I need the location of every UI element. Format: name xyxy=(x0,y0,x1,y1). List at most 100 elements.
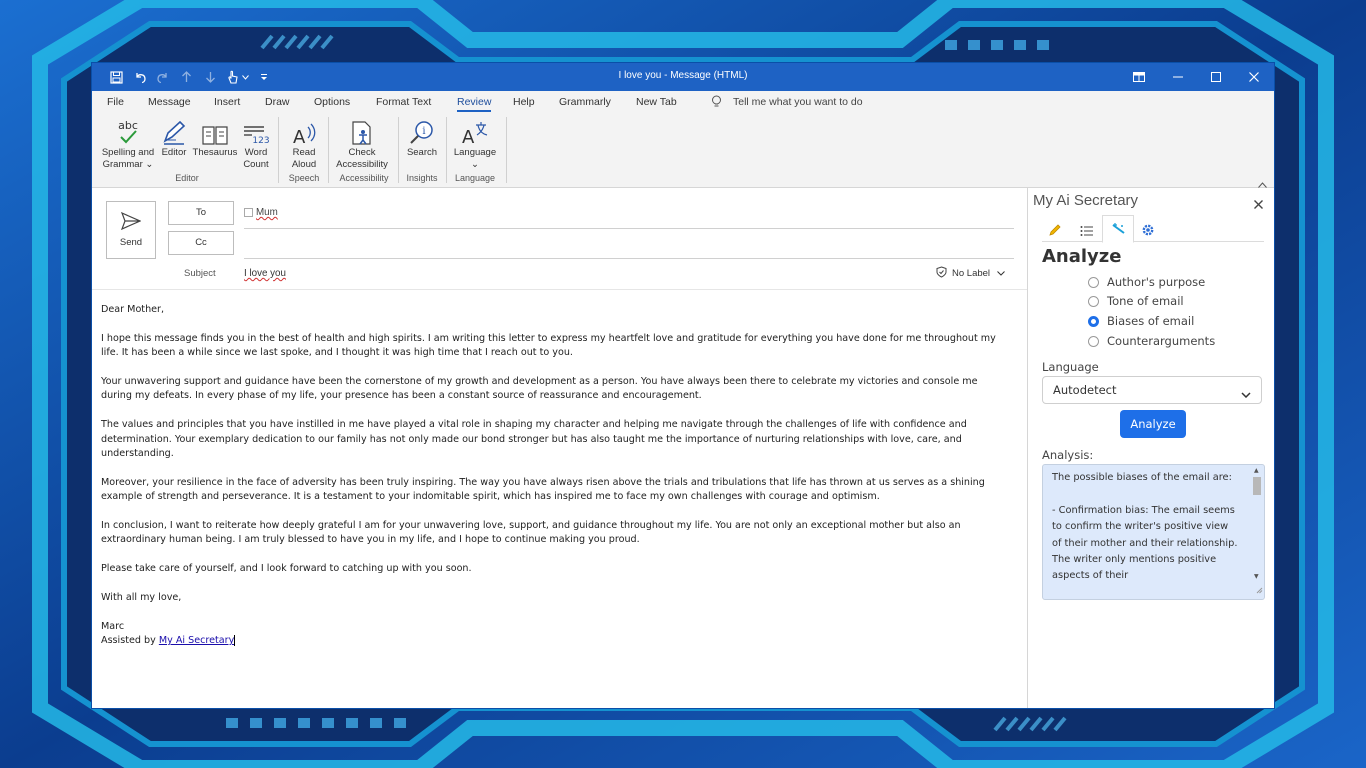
sensitivity-dropdown[interactable]: No Label xyxy=(936,266,1005,281)
option-label: Tone of email xyxy=(1107,294,1184,308)
send-button[interactable]: Send xyxy=(106,201,156,259)
closing: With all my love, xyxy=(101,592,182,604)
body-paragraph: Moreover, your resilience in the face of… xyxy=(101,476,985,503)
body-paragraph: Your unwavering support and guidance hav… xyxy=(101,376,978,402)
resize-handle-icon[interactable] xyxy=(1256,579,1263,598)
analyze-button[interactable]: Analyze xyxy=(1120,410,1186,438)
to-button[interactable]: To xyxy=(168,201,234,225)
check-accessibility-label-1: Check xyxy=(348,147,376,158)
language-button[interactable]: A Language ⌄ xyxy=(450,115,500,171)
option-label: Counterarguments xyxy=(1107,334,1216,348)
check-accessibility-label-2: Accessibility xyxy=(336,159,388,170)
group-label-speech: Speech xyxy=(288,173,320,183)
scroll-up-icon[interactable]: ▲ xyxy=(1254,467,1259,474)
close-icon[interactable] xyxy=(1243,67,1265,87)
settings-gear-icon[interactable] xyxy=(1141,222,1155,241)
cc-field[interactable] xyxy=(244,232,1014,256)
radio-tone-of-email[interactable] xyxy=(1088,295,1099,307)
option-authors-purpose[interactable]: Author's purpose xyxy=(1088,274,1205,290)
editor-pen-icon xyxy=(158,115,190,147)
check-accessibility-button[interactable]: Check Accessibility xyxy=(332,115,392,171)
ribbon-separator xyxy=(278,117,279,183)
thesaurus-button[interactable]: Thesaurus xyxy=(192,115,238,159)
tab-options[interactable]: Options xyxy=(314,96,350,108)
search-button[interactable]: i Search xyxy=(402,115,442,159)
tab-insert[interactable]: Insert xyxy=(214,96,240,108)
greeting: Dear Mother, xyxy=(101,304,165,315)
compose-area: Send To Cc Mum Subject I love you No Lab… xyxy=(92,188,1027,708)
minimize-icon[interactable] xyxy=(1167,67,1189,87)
tell-me-search[interactable]: Tell me what you want to do xyxy=(733,96,863,108)
signature: Marc xyxy=(101,620,125,632)
maximize-icon[interactable] xyxy=(1205,67,1227,87)
word-count-button[interactable]: 123 Word Count xyxy=(240,115,272,171)
chevron-down-icon xyxy=(997,268,1005,279)
radio-counterarguments[interactable] xyxy=(1088,335,1099,347)
accessibility-icon xyxy=(332,115,392,147)
outlook-message-window: I love you - Message (HTML) File Message… xyxy=(92,63,1274,708)
body-paragraph: Please take care of yourself, and I look… xyxy=(101,563,472,575)
lightbulb-icon xyxy=(711,95,722,111)
tab-message[interactable]: Message xyxy=(148,96,191,108)
to-field[interactable]: Mum xyxy=(244,207,278,218)
read-aloud-icon: A xyxy=(284,115,324,147)
ribbon-review: abc Spelling and Grammar ⌄ Editor Thesau… xyxy=(92,113,1274,188)
ai-secretary-pane: My Ai Secretary Analyze Author's purpose… xyxy=(1027,188,1274,708)
ribbon-separator xyxy=(506,117,507,183)
chevron-down-icon xyxy=(1241,387,1251,401)
tab-draw[interactable]: Draw xyxy=(265,96,290,108)
message-body[interactable]: Dear Mother, I hope this message finds y… xyxy=(101,303,1006,649)
send-label: Send xyxy=(119,237,143,248)
to-divider xyxy=(244,228,1014,229)
text-cursor xyxy=(234,634,236,646)
option-tone-of-email[interactable]: Tone of email xyxy=(1088,293,1184,309)
radio-authors-purpose[interactable] xyxy=(1088,276,1099,288)
body-paragraph: In conclusion, I want to reiterate how d… xyxy=(101,520,961,546)
spelling-label-2: Grammar xyxy=(102,159,143,170)
recipient-mum[interactable]: Mum xyxy=(256,207,278,218)
ribbon-separator xyxy=(398,117,399,183)
tab-analyze[interactable] xyxy=(1102,215,1134,243)
subject-field[interactable]: I love you xyxy=(244,268,286,279)
tab-review[interactable]: Review xyxy=(457,96,492,112)
analysis-label: Analysis: xyxy=(1042,448,1094,462)
read-aloud-label-1: Read xyxy=(292,147,316,158)
option-counterarguments[interactable]: Counterarguments xyxy=(1088,333,1215,349)
recipient-checkbox[interactable] xyxy=(244,207,253,217)
tab-new-tab[interactable]: New Tab xyxy=(636,96,677,108)
group-label-insights: Insights xyxy=(406,173,438,183)
analysis-scrollbar[interactable]: ▲ ▼ xyxy=(1252,467,1262,595)
list-icon[interactable] xyxy=(1080,222,1094,241)
option-biases-of-email[interactable]: Biases of email xyxy=(1088,313,1194,329)
svg-text:A: A xyxy=(462,127,475,147)
radio-biases-of-email[interactable] xyxy=(1088,315,1099,327)
word-count-label-1: Word xyxy=(244,147,268,158)
book-icon xyxy=(192,115,238,147)
analysis-output[interactable]: The possible biases of the email are: - … xyxy=(1042,464,1265,600)
option-label: Biases of email xyxy=(1107,314,1195,328)
chevron-down-icon: ⌄ xyxy=(145,159,154,170)
pane-title: My Ai Secretary xyxy=(1033,192,1139,209)
ribbon-display-icon[interactable] xyxy=(1128,67,1150,87)
tab-help[interactable]: Help xyxy=(513,96,535,108)
language-label: Language xyxy=(1042,360,1099,374)
tab-format-text[interactable]: Format Text xyxy=(376,96,431,108)
word-count-icon-text: 123 xyxy=(252,136,269,146)
language-label: Language xyxy=(453,147,497,158)
tab-grammarly[interactable]: Grammarly xyxy=(559,96,611,108)
read-aloud-button[interactable]: A Read Aloud xyxy=(284,115,324,171)
language-select[interactable]: Autodetect xyxy=(1042,376,1262,404)
spelling-check-icon: abc xyxy=(98,115,158,147)
spelling-label-1: Spelling and xyxy=(101,147,155,158)
pencil-icon[interactable] xyxy=(1048,222,1062,241)
search-icon: i xyxy=(402,115,442,147)
spelling-grammar-button[interactable]: abc Spelling and Grammar ⌄ xyxy=(98,115,158,171)
my-ai-secretary-link[interactable]: My Ai Secretary xyxy=(159,635,234,646)
cc-button[interactable]: Cc xyxy=(168,231,234,255)
editor-button[interactable]: Editor xyxy=(158,115,190,159)
tab-file[interactable]: File xyxy=(107,96,124,108)
close-icon[interactable] xyxy=(1254,194,1263,213)
ribbon-separator xyxy=(328,117,329,183)
language-select-value: Autodetect xyxy=(1053,383,1117,397)
scrollbar-thumb[interactable] xyxy=(1253,477,1261,495)
